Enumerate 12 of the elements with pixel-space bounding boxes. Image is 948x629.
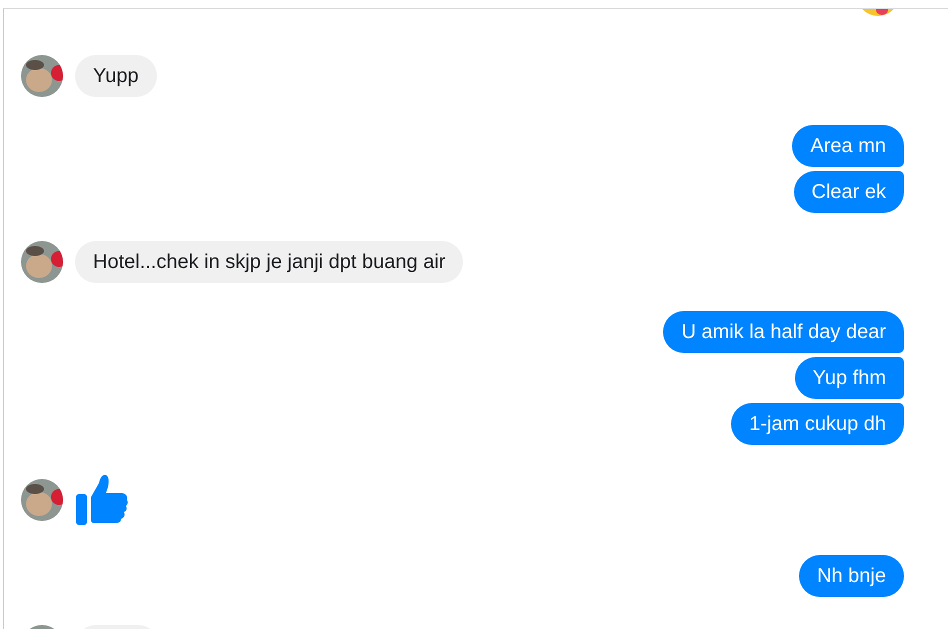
thumbs-up-icon <box>75 473 129 527</box>
avatar-icon <box>21 241 63 283</box>
avatar-icon <box>21 479 63 521</box>
message-bubble: Yupp <box>75 55 157 97</box>
avatar-icon <box>21 55 63 97</box>
message-bubble: Nh bnje <box>799 555 904 597</box>
message-bubble: 1-jam cukup dh <box>731 403 904 445</box>
message-bubble: U amik la half day dear <box>663 311 904 353</box>
message-bubble: Clear ek <box>794 171 904 213</box>
message-bubble: Yup fhm <box>794 357 904 399</box>
message-bubble: Area mn <box>792 125 904 167</box>
message-bubble: Hotel...chek in skjp je janji dpt buang air <box>75 241 464 283</box>
